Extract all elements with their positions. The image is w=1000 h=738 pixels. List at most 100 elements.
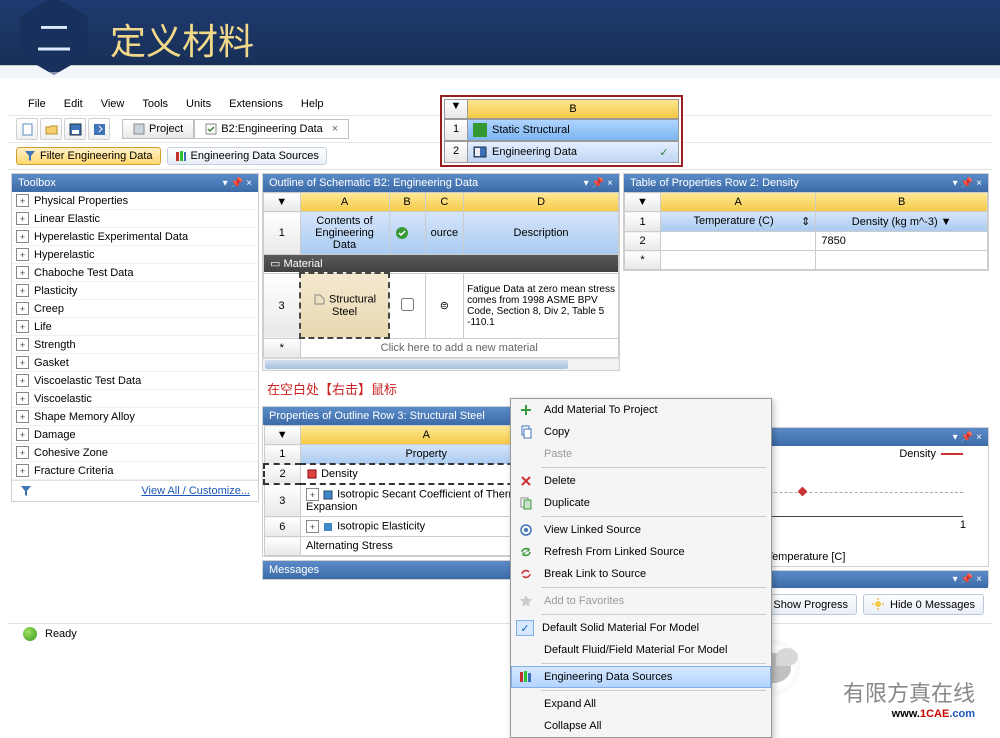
contents-header: Contents of Engineering Data [300, 212, 389, 255]
close-icon[interactable]: × [976, 574, 982, 585]
filter-engineering-data-button[interactable]: Filter Engineering Data [16, 147, 161, 165]
menu-view[interactable]: View [101, 98, 125, 110]
toolbox-footer: View All / Customize... [12, 480, 258, 501]
toolbox-item[interactable]: +Linear Elastic [12, 210, 258, 228]
context-menu-item[interactable]: View Linked Source [511, 519, 771, 541]
expand-icon[interactable]: + [16, 320, 29, 333]
include-checkbox[interactable] [389, 273, 425, 338]
context-menu-item[interactable]: Refresh From Linked Source [511, 541, 771, 563]
expand-icon[interactable]: + [16, 194, 29, 207]
schematic-item-engdata[interactable]: Engineering Data ✓ [468, 142, 678, 162]
toolbox-item[interactable]: +Damage [12, 426, 258, 444]
pin-icon[interactable]: 📌 [592, 178, 604, 189]
menu-edit[interactable]: Edit [64, 98, 83, 110]
close-icon[interactable]: × [976, 178, 982, 189]
toolbox-item[interactable]: +Gasket [12, 354, 258, 372]
context-menu-item[interactable]: Expand All [511, 693, 771, 715]
tag-icon[interactable] [389, 212, 425, 255]
expand-icon[interactable]: + [16, 446, 29, 459]
saveas-icon[interactable] [88, 118, 110, 140]
expand-icon[interactable]: + [16, 266, 29, 279]
temperature-cell[interactable] [661, 232, 816, 251]
toolbox-item[interactable]: +Plasticity [12, 282, 258, 300]
density-cell[interactable]: 7850 [816, 232, 988, 251]
context-menu-item[interactable]: Delete [511, 470, 771, 492]
pin-icon[interactable]: 📌 [961, 574, 973, 585]
expand-icon[interactable]: + [16, 212, 29, 225]
expand-icon[interactable]: + [16, 302, 29, 315]
dropdown-icon[interactable]: ▾ [223, 178, 228, 189]
close-icon[interactable]: × [976, 432, 982, 443]
context-menu-item[interactable]: Copy [511, 421, 771, 443]
tab-project[interactable]: Project [122, 119, 194, 139]
toolbox-item[interactable]: + Shape Memory Alloy [12, 408, 258, 426]
expand-icon[interactable]: + [16, 230, 29, 243]
link-icon[interactable]: ⊜ [425, 273, 464, 338]
tab-b2-engineering-data[interactable]: B2:Engineering Data× [194, 119, 349, 139]
expand-icon[interactable]: + [16, 338, 29, 351]
expand-icon[interactable]: + [16, 356, 29, 369]
toolbox-item[interactable]: +Viscoelastic [12, 390, 258, 408]
menu-file[interactable]: File [28, 98, 46, 110]
dropdown-icon[interactable]: ▾ [953, 432, 958, 443]
schematic-arrow-cell[interactable]: ▼ [445, 100, 468, 118]
menu-extensions[interactable]: Extensions [229, 98, 283, 110]
expand-icon[interactable]: + [16, 248, 29, 261]
toolbox-item-label: Shape Memory Alloy [34, 411, 135, 423]
context-menu-item[interactable]: Add Material To Project [511, 399, 771, 421]
close-icon[interactable]: × [332, 123, 338, 135]
toolbox-item[interactable]: +Fracture Criteria [12, 462, 258, 480]
outline-grid[interactable]: ▼ABCD 1Contents of Engineering Dataource… [263, 192, 619, 358]
corner-arrow[interactable]: ▼ [264, 426, 301, 445]
dropdown-icon[interactable]: ▾ [953, 178, 958, 189]
toolbox-item[interactable]: +Viscoelastic Test Data [12, 372, 258, 390]
toolbox-item[interactable]: +Physical Properties [12, 192, 258, 210]
toolbox-item[interactable]: +Chaboche Test Data [12, 264, 258, 282]
context-menu-item[interactable]: Collapse All [511, 715, 771, 737]
view-all-customize-link[interactable]: View All / Customize... [141, 485, 250, 497]
pin-icon[interactable]: 📌 [231, 178, 243, 189]
context-menu-item[interactable]: Default Fluid/Field Material For Model [511, 639, 771, 661]
schematic-col-b: B [468, 100, 678, 118]
new-icon[interactable] [16, 118, 38, 140]
material-structural-steel[interactable]: Structural Steel [300, 273, 389, 338]
toolbox-item[interactable]: +Hyperelastic [12, 246, 258, 264]
corner-arrow[interactable]: ▼ [264, 193, 301, 212]
toolbox-item[interactable]: +Cohesive Zone [12, 444, 258, 462]
context-menu-item[interactable]: Duplicate [511, 492, 771, 514]
expand-icon[interactable]: + [16, 284, 29, 297]
hide-messages-button[interactable]: Hide 0 Messages [863, 594, 984, 615]
menu-units[interactable]: Units [186, 98, 211, 110]
close-icon[interactable]: × [607, 178, 613, 189]
toolbox-item[interactable]: +Life [12, 318, 258, 336]
status-bar: Ready [8, 623, 992, 644]
context-menu-item[interactable]: Break Link to Source [511, 563, 771, 585]
expand-icon[interactable]: + [16, 392, 29, 405]
density-table[interactable]: ▼AB 1Temperature (C) ⇕Density (kg m^-3) … [624, 192, 988, 270]
status-ready-icon [23, 627, 37, 641]
expand-icon[interactable]: + [16, 464, 29, 477]
toolbox-item[interactable]: +Strength [12, 336, 258, 354]
material-group-header[interactable]: ▭ Material [264, 255, 618, 272]
open-icon[interactable] [40, 118, 62, 140]
menu-tools[interactable]: Tools [142, 98, 168, 110]
context-menu-item[interactable]: Engineering Data Sources [511, 666, 771, 688]
filter-icon[interactable] [20, 485, 32, 497]
engineering-data-sources-button[interactable]: Engineering Data Sources [167, 147, 327, 165]
toolbox-item[interactable]: +Hyperelastic Experimental Data [12, 228, 258, 246]
dropdown-icon[interactable]: ▾ [584, 178, 589, 189]
expand-icon[interactable]: + [16, 374, 29, 387]
menu-help[interactable]: Help [301, 98, 324, 110]
context-menu-item[interactable]: ✓Default Solid Material For Model [511, 617, 771, 639]
pin-icon[interactable]: 📌 [961, 432, 973, 443]
schematic-item-static[interactable]: Static Structural [468, 120, 678, 140]
corner-arrow[interactable]: ▼ [625, 193, 661, 212]
add-material-hint[interactable]: Click here to add a new material [300, 338, 619, 358]
dropdown-icon[interactable]: ▾ [953, 574, 958, 585]
expand-icon[interactable]: + [16, 428, 29, 441]
pin-icon[interactable]: 📌 [961, 178, 973, 189]
save-icon[interactable] [64, 118, 86, 140]
expand-icon[interactable]: + [16, 410, 29, 423]
toolbox-item[interactable]: +Creep [12, 300, 258, 318]
close-icon[interactable]: × [246, 178, 252, 189]
